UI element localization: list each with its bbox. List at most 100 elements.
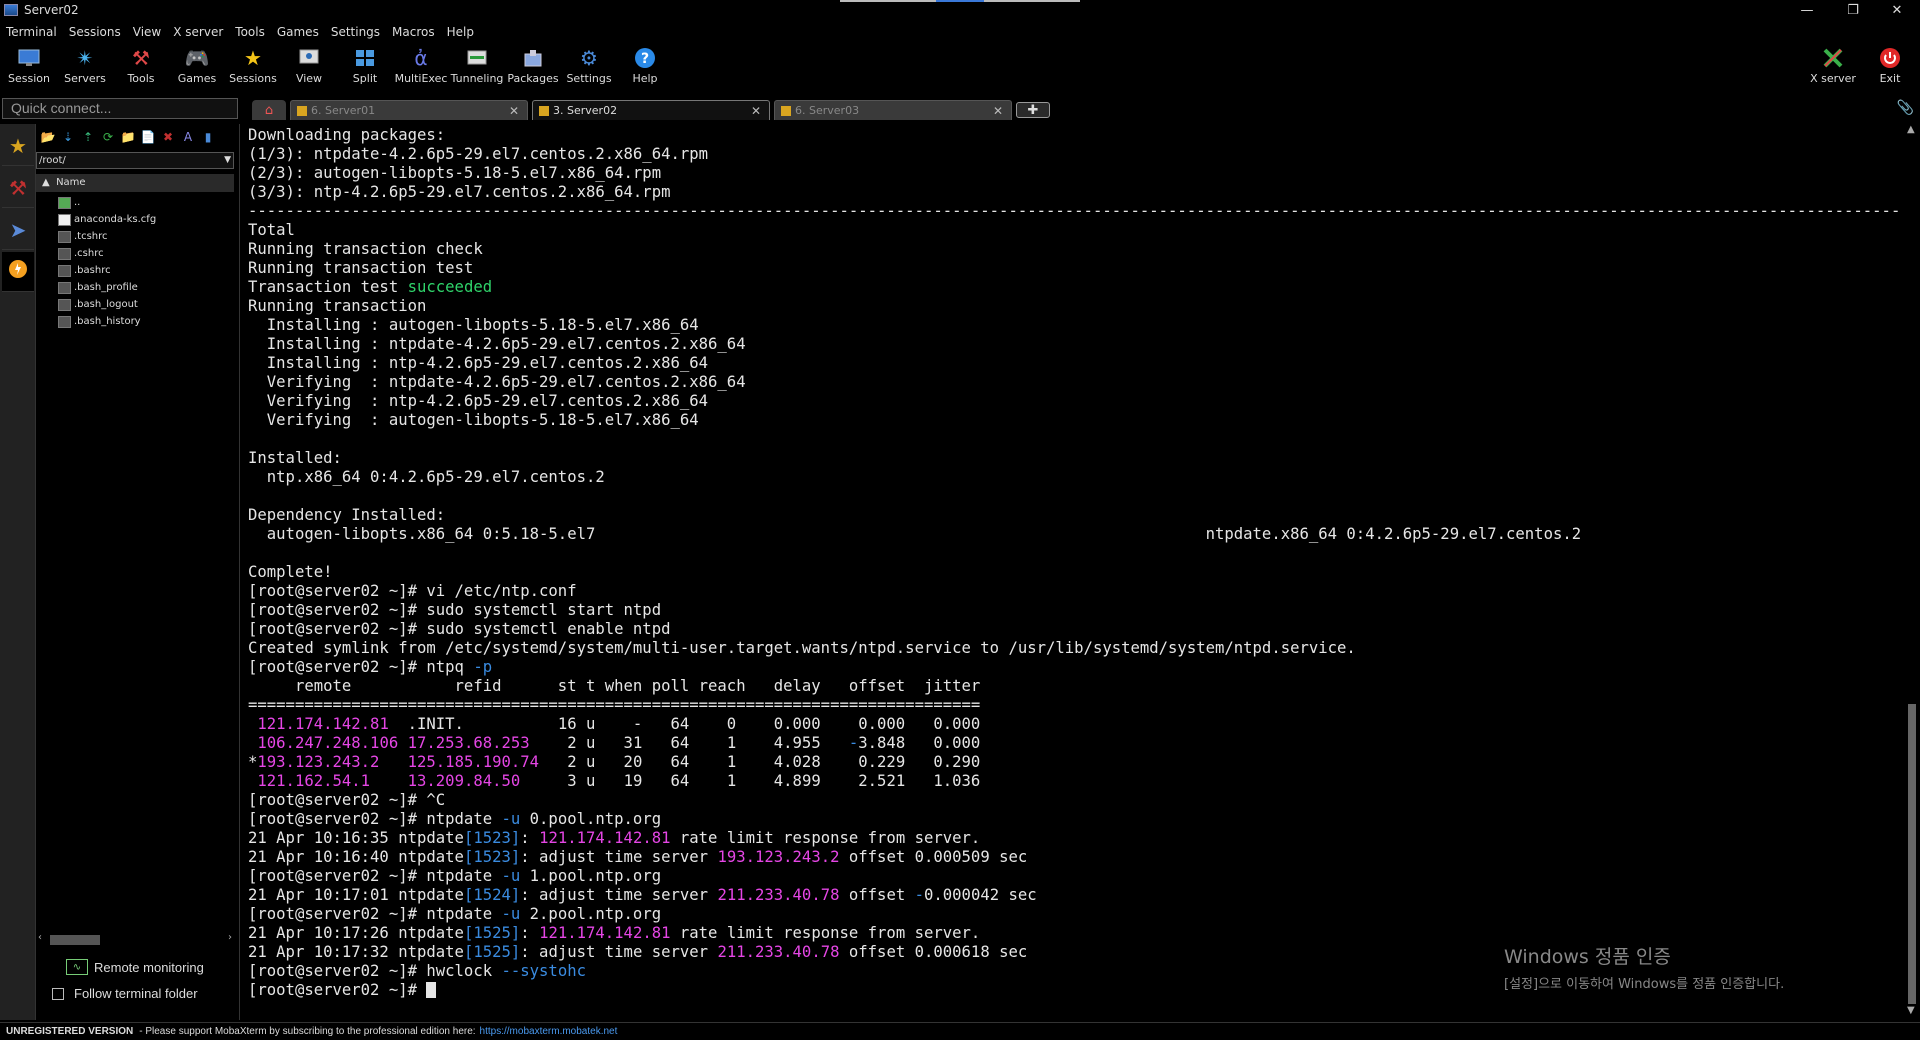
menu-tools[interactable]: Tools [229,25,271,39]
new-file-icon[interactable]: 📄 [140,129,156,145]
sessions-button[interactable]: ★ Sessions [225,45,281,91]
paperclip-icon[interactable]: 📎 [1897,100,1914,116]
rename-icon[interactable]: A [180,129,196,145]
xserver-button[interactable]: X server [1805,45,1861,91]
tab-server01[interactable]: 6. Server01 ✕ [290,100,528,120]
chevron-left-icon[interactable]: ‹ [38,932,42,943]
menu-help[interactable]: Help [441,25,480,39]
menu-xserver[interactable]: X server [167,25,229,39]
menu-view[interactable]: View [127,25,167,39]
checkbox[interactable] [52,987,64,1000]
follow-terminal-folder-checkbox[interactable]: Follow terminal folder [52,986,198,1001]
list-item[interactable]: .bash_history [58,313,156,330]
terminal-line: ----------------------------------------… [248,202,1901,220]
list-item[interactable]: .bash_profile [58,279,156,296]
split-button[interactable]: Split [337,45,393,91]
upload-icon[interactable]: ⇡ [80,129,96,145]
terminal-line: 106.247.248.106 17.253.68.253 2 u 31 64 … [257,734,981,752]
mobaxterm-link[interactable]: https://mobaxterm.mobatek.net [480,1026,618,1037]
scroll-thumb[interactable] [1908,704,1916,1004]
menu-settings[interactable]: Settings [325,25,386,39]
list-item[interactable]: .bash_logout [58,296,156,313]
minimize-button[interactable]: — [1784,0,1830,20]
tab-server02[interactable]: 3. Server02 ✕ [532,100,770,120]
xserver-icon [1820,45,1846,71]
new-tab-button[interactable]: ✚ [1016,102,1050,118]
file-list: .. anaconda-ks.cfg .tcshrc .cshrc .bashr… [58,194,156,330]
rail-sftp-button[interactable]: ➤ [2,210,34,250]
tools-button[interactable]: ⚒ Tools [113,45,169,91]
multiexec-button[interactable]: ἀ MultiExec [393,45,449,91]
tools-icon: ⚒ [9,175,27,200]
list-item[interactable]: .cshrc [58,245,156,262]
title-bar: Server02 — ❐ ✕ [0,0,1920,20]
terminal-line: 21 Apr 10:16:40 ntpdate[1523]: adjust ti… [248,848,1028,866]
chevron-down-icon[interactable]: ▼ [1907,1005,1915,1016]
packages-button[interactable]: Packages [505,45,561,91]
servers-icon: ✴ [76,46,94,70]
list-item[interactable]: .tcshrc [58,228,156,245]
menu-sessions[interactable]: Sessions [63,25,127,39]
close-window-button[interactable]: ✕ [1874,0,1920,20]
unregistered-label: UNREGISTERED VERSION [6,1026,134,1037]
rail-tools-button[interactable]: ⚒ [2,168,34,208]
home-tab[interactable]: ⌂ [252,100,286,120]
new-folder-icon[interactable]: 📁 [120,129,136,145]
terminal-line: 121.174.142.81 .INIT. 16 u - 64 0 0.000 … [257,715,981,733]
terminal-line: autogen-libopts.x86_64 0:5.18-5.el7 ntpd… [248,525,1582,543]
name-column-header[interactable]: ▲ Name [36,174,234,192]
close-icon[interactable]: ✕ [751,104,761,118]
restore-button[interactable]: ❐ [1830,0,1876,20]
tunneling-button[interactable]: Tunneling [449,45,505,91]
servers-button[interactable]: ✴ Servers [57,45,113,91]
gamepad-icon: 🎮 [184,46,210,70]
settings-button[interactable]: ⚙ Settings [561,45,617,91]
terminal-line: [root@server02 ~]# vi /etc/ntp.conf [248,582,577,600]
tunnel-icon [464,45,490,71]
terminal-line: [root@server02 ~]# sudo systemctl start … [248,601,662,619]
terminal-line: Total [248,221,295,239]
terminal-line: Installing : ntpdate-4.2.6p5-29.el7.cent… [248,335,746,353]
list-item[interactable]: .. [58,194,156,211]
quick-connect-input[interactable]: Quick connect... [2,98,238,119]
refresh-icon[interactable]: ⟳ [100,129,116,145]
help-button[interactable]: ? Help [617,45,673,91]
download-icon[interactable]: ⇣ [60,129,76,145]
session-button[interactable]: Session [1,45,57,91]
file-icon [58,264,71,277]
view-button[interactable]: View [281,45,337,91]
file-horizontal-scrollbar[interactable]: ‹ › [38,932,234,946]
menu-games[interactable]: Games [271,25,325,39]
rail-sessions-button[interactable]: ★ [2,126,34,166]
rail-macros-button[interactable] [2,252,34,292]
scroll-thumb[interactable] [50,935,100,945]
menu-terminal[interactable]: Terminal [0,25,63,39]
multiexec-icon: ἀ [414,46,428,70]
path-input[interactable]: /root/ ▼ [36,152,234,169]
terminal-output[interactable]: Downloading packages: (1/3): ntpdate-4.2.… [242,124,1902,1020]
exit-button[interactable]: Exit [1862,45,1918,91]
tab-server03[interactable]: 6. Server03 ✕ [774,100,1012,120]
folder-up-icon[interactable]: 📂 [40,129,56,145]
close-icon[interactable]: ✕ [993,104,1003,118]
chevron-down-icon[interactable]: ▼ [224,153,231,168]
window-title: Server02 [24,3,79,17]
permissions-icon[interactable]: ▮ [200,129,216,145]
support-message: - Please support MobaXterm by subscribin… [139,1026,476,1037]
side-rail: ★ ⚒ ➤ [0,124,36,1020]
remote-monitoring-button[interactable]: ∿ Remote monitoring [66,956,204,978]
terminal-line: Installing : ntp-4.2.6p5-29.el7.centos.2… [248,354,709,372]
tab-bar: ⌂ 6. Server01 ✕ 3. Server02 ✕ 6. Server0… [240,98,1920,120]
terminal-line: remote refid st t when poll reach delay … [248,677,981,695]
list-item[interactable]: anaconda-ks.cfg [58,211,156,228]
chevron-up-icon[interactable]: ▲ [1907,124,1915,135]
delete-icon[interactable]: ✖ [160,129,176,145]
terminal-vertical-scrollbar[interactable]: ▲ ▼ [1904,124,1920,1020]
file-browser: 📂 ⇣ ⇡ ⟳ 📁 📄 ✖ A ▮ /root/ ▼ ▲ Name .. ana… [36,124,240,1020]
list-item[interactable]: .bashrc [58,262,156,279]
close-icon[interactable]: ✕ [509,104,519,118]
paper-plane-icon: ➤ [9,217,27,242]
chevron-right-icon[interactable]: › [228,932,232,943]
games-button[interactable]: 🎮 Games [169,45,225,91]
menu-macros[interactable]: Macros [386,25,441,39]
